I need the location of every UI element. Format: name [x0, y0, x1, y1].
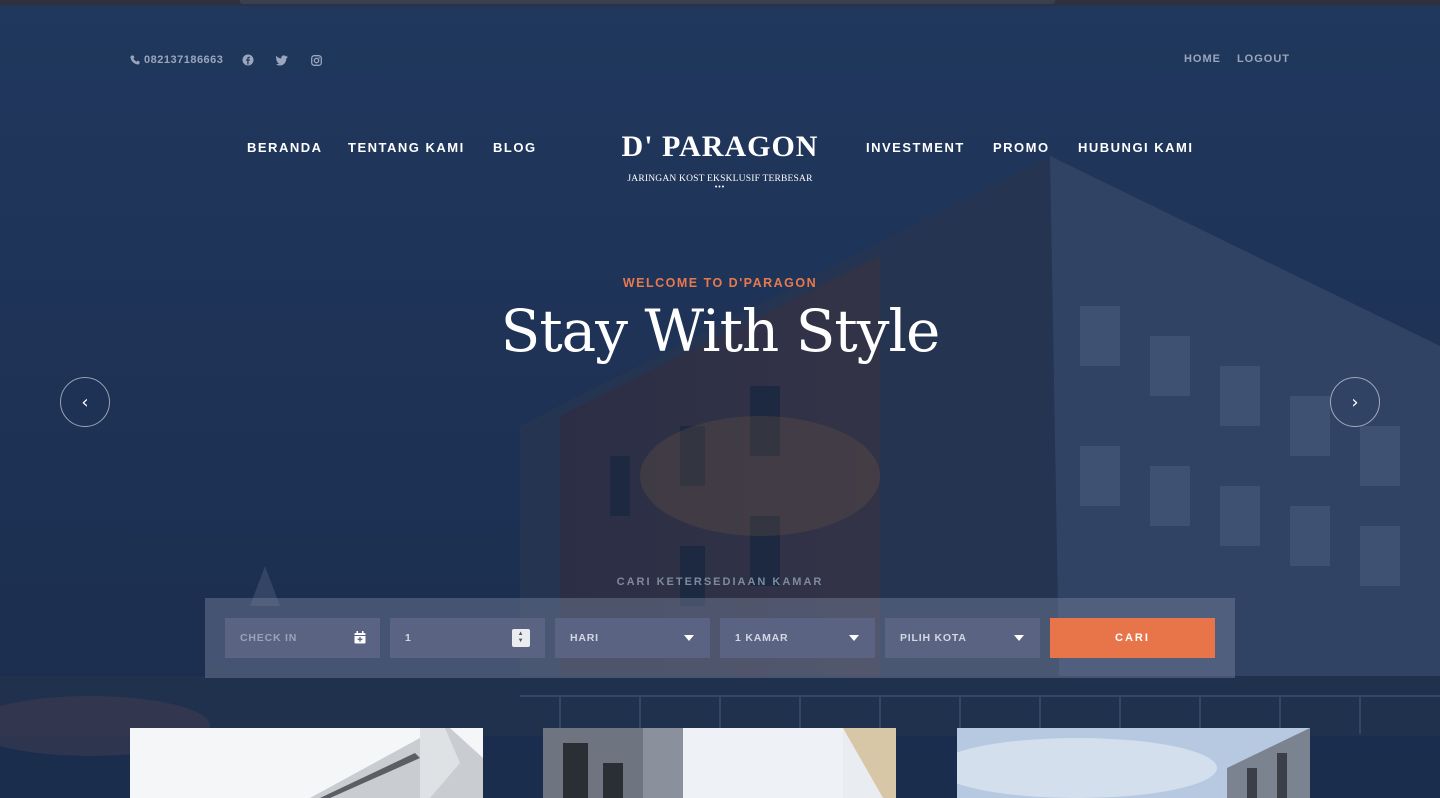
calendar-icon[interactable] — [354, 631, 366, 644]
instagram-icon[interactable] — [309, 53, 323, 67]
nav-item-blog[interactable]: BLOG — [493, 140, 537, 155]
caret-down-icon — [684, 635, 694, 641]
nav-item-beranda[interactable]: BERANDA — [247, 140, 323, 155]
browser-tab-strip — [240, 0, 1055, 4]
site-logo[interactable]: D' PARAGON JARINGAN KOST EKSKLUSIF TERBE… — [600, 130, 840, 191]
hero-headline: Stay With Style — [500, 297, 941, 365]
search-title: CARI KETERSEDIAAN KAMAR — [616, 576, 824, 588]
caret-down-icon — [1014, 635, 1024, 641]
caret-down-icon — [849, 635, 859, 641]
logout-link[interactable]: LOGOUT — [1237, 53, 1290, 65]
hero-section — [0, 6, 1440, 798]
property-thumbnail[interactable] — [130, 728, 483, 798]
property-image — [130, 728, 483, 798]
duration-stepper[interactable]: ▲ ▼ — [512, 629, 530, 647]
top-bar: 082137186663 HOME LOGOUT — [130, 53, 1290, 67]
nav-item-promo[interactable]: PROMO — [993, 140, 1050, 155]
chevron-right-icon: › — [1351, 391, 1359, 413]
city-select-value: PILIH KOTA — [900, 632, 967, 644]
chevron-up-icon[interactable]: ▲ — [518, 631, 525, 638]
property-image — [957, 728, 1310, 798]
top-links: HOME LOGOUT — [1184, 53, 1290, 65]
search-button[interactable]: CARI — [1050, 618, 1215, 658]
nav-item-investment[interactable]: INVESTMENT — [866, 140, 965, 155]
logo-title: D' PARAGON — [621, 130, 819, 163]
search-panel: CHECK IN 1 ▲ ▼ HARI 1 KAMAR PILIH KOTA C… — [205, 598, 1235, 678]
phone-link[interactable]: 082137186663 — [130, 54, 223, 66]
chevron-down-icon[interactable]: ▼ — [518, 638, 525, 645]
unit-select-value: HARI — [570, 632, 599, 644]
contact-info: 082137186663 — [130, 53, 323, 67]
duration-value: 1 — [405, 632, 412, 644]
chevron-left-icon: ‹ — [81, 391, 89, 413]
logo-dots: ••• — [714, 184, 726, 191]
property-image — [543, 728, 896, 798]
hero-welcome: WELCOME TO D'PARAGON — [622, 276, 818, 290]
checkin-placeholder: CHECK IN — [240, 632, 298, 644]
slider-prev-button[interactable]: ‹ — [60, 377, 110, 427]
logo-tagline: JARINGAN KOST EKSKLUSIF TERBESAR — [627, 174, 813, 184]
rooms-select[interactable]: 1 KAMAR — [720, 618, 875, 658]
phone-number: 082137186663 — [144, 54, 224, 66]
nav-item-tentang-kami[interactable]: TENTANG KAMI — [348, 140, 465, 155]
slider-next-button[interactable]: › — [1330, 377, 1380, 427]
phone-icon — [130, 55, 140, 65]
unit-select[interactable]: HARI — [555, 618, 710, 658]
rooms-select-value: 1 KAMAR — [735, 632, 789, 644]
property-thumbnail[interactable] — [543, 728, 896, 798]
property-thumbnail[interactable] — [957, 728, 1310, 798]
nav-item-hubungi-kami[interactable]: HUBUNGI KAMI — [1078, 140, 1194, 155]
twitter-icon[interactable] — [275, 53, 289, 67]
duration-input[interactable]: 1 ▲ ▼ — [390, 618, 545, 658]
home-link[interactable]: HOME — [1184, 53, 1221, 65]
city-select[interactable]: PILIH KOTA — [885, 618, 1040, 658]
checkin-field[interactable]: CHECK IN — [225, 618, 380, 658]
facebook-icon[interactable] — [241, 53, 255, 67]
hero-overlay — [0, 6, 1440, 798]
